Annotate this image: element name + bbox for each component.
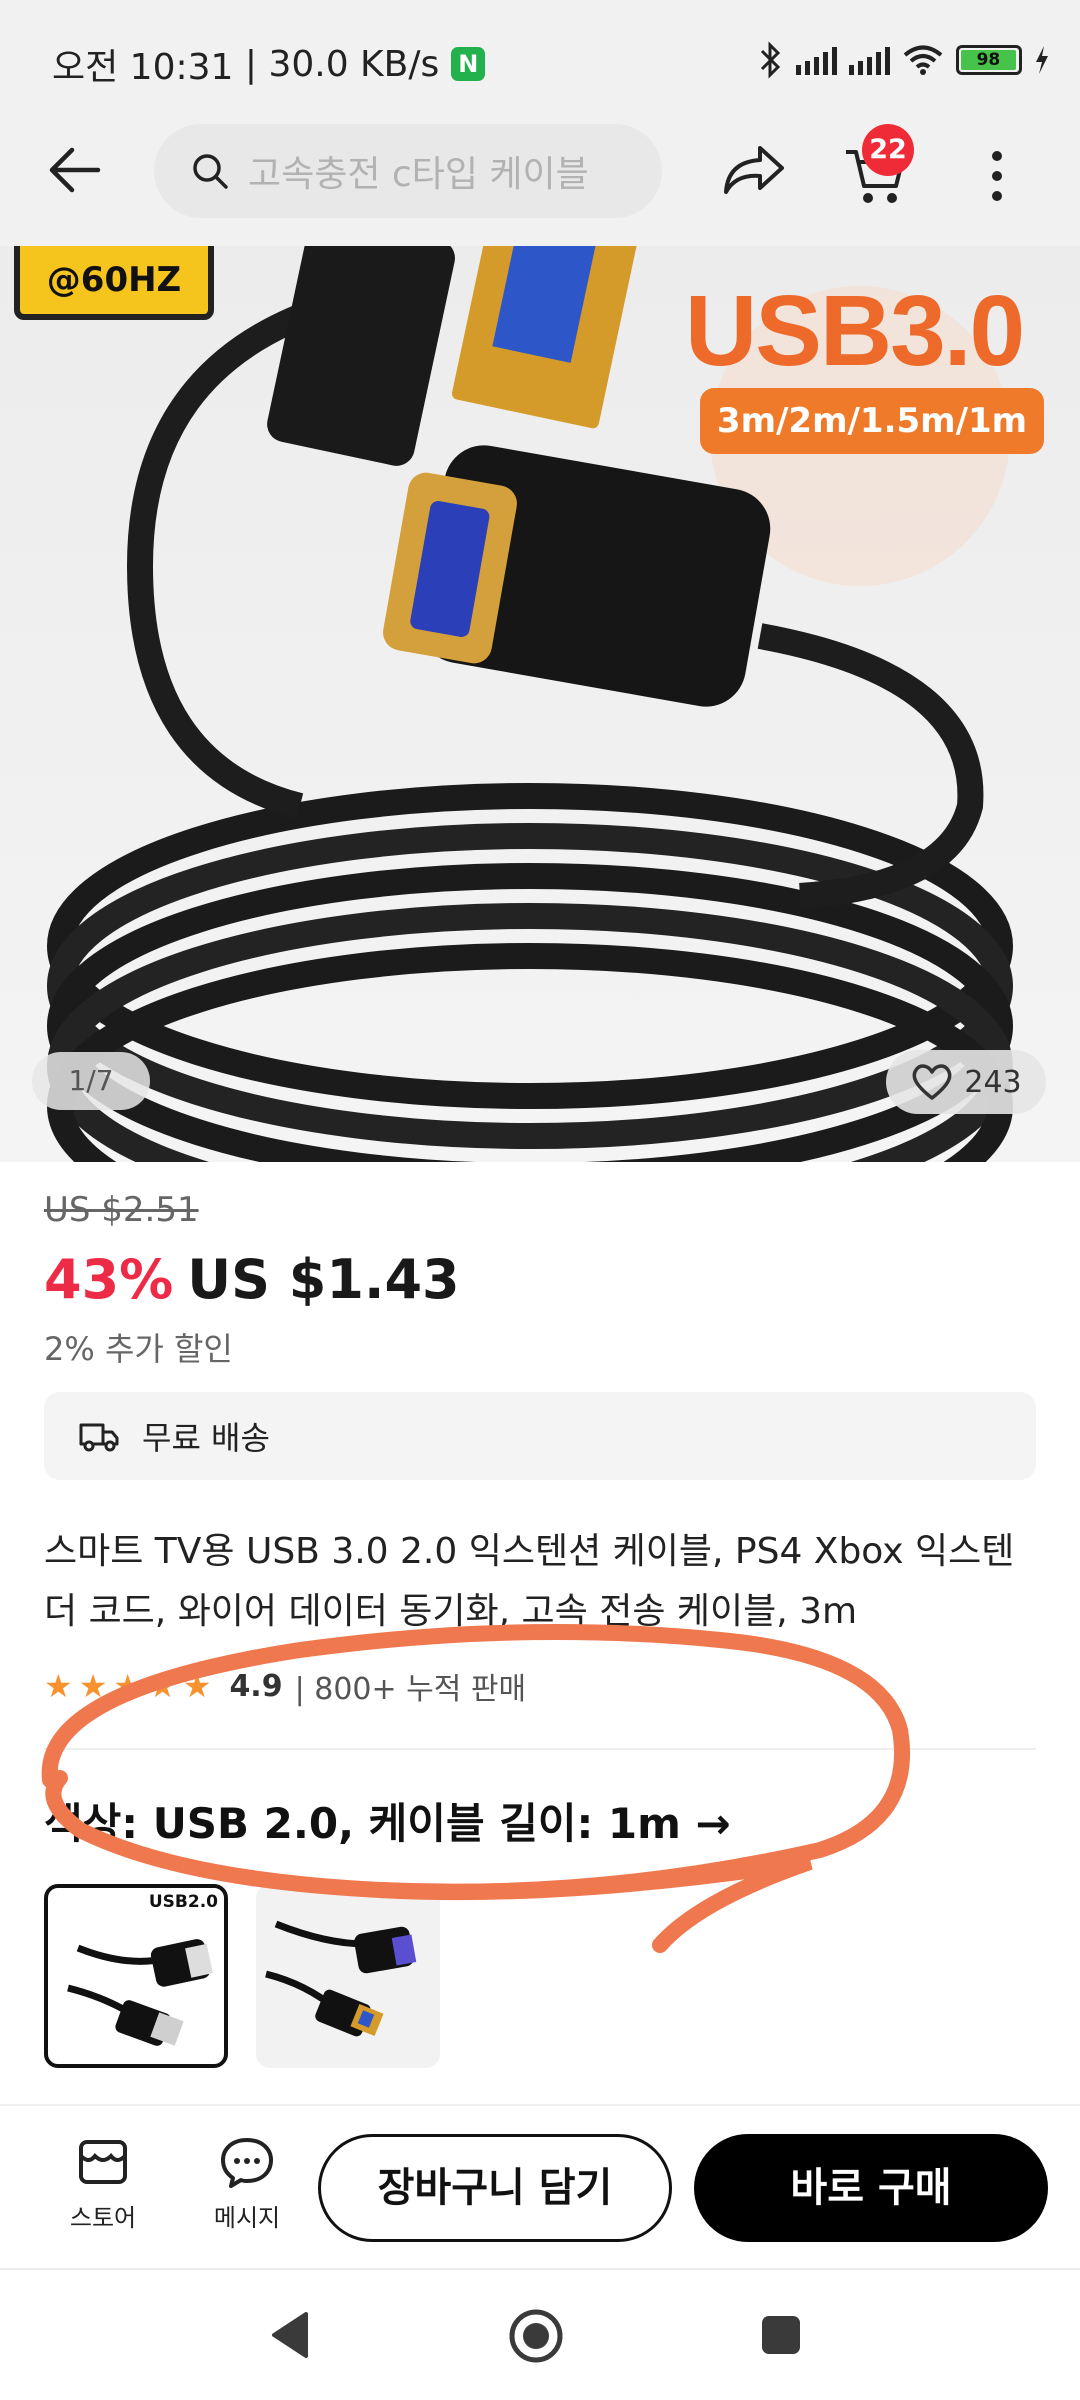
bottom-action-bar: 스토어 메시지 장바구니 담기 바로 구매 (0, 2104, 1080, 2268)
back-arrow-icon[interactable] (44, 144, 104, 196)
wishlist-button[interactable]: 243 (886, 1050, 1046, 1114)
search-bar[interactable]: 고속충전 c타입 케이블 (154, 124, 662, 218)
add-to-cart-button[interactable]: 장바구니 담기 (318, 2134, 672, 2242)
rating-value: 4.9 (229, 1668, 283, 1704)
extra-discount: 2% 추가 할인 (44, 1330, 233, 1368)
signal-icon (849, 45, 890, 75)
battery-icon: 98 (956, 45, 1022, 75)
search-icon (193, 154, 228, 189)
product-image-gallery[interactable]: @60HZ USB3.0 3m/2m/1.5m/1m 1/7 243 (0, 246, 1080, 1162)
variant-thumbnail-usb3[interactable] (256, 1884, 440, 2068)
heart-icon (912, 1064, 952, 1100)
system-navigation-bar (0, 2268, 1080, 2400)
length-options-pill: 3m/2m/1.5m/1m (700, 388, 1044, 454)
discount-percent: 43% (44, 1248, 174, 1311)
variant-thumbnail-usb2[interactable]: USB2.0 (44, 1884, 228, 2068)
nav-recents-icon[interactable] (760, 2314, 802, 2356)
store-label: 스토어 (69, 2204, 137, 2232)
store-button[interactable]: 스토어 (48, 2136, 158, 2233)
variant-selection-label[interactable]: 색상: USB 2.0, 케이블 길이: 1m → (44, 1790, 731, 1851)
bluetooth-icon (760, 41, 781, 79)
sold-count: | 800+ 누적 판매 (294, 1672, 527, 1707)
cable-thumbnail-image (265, 1920, 417, 2037)
sale-price: US $1.43 (187, 1248, 460, 1311)
status-right: 98 (758, 38, 1050, 82)
star-icon: ★ (113, 1667, 143, 1705)
status-left: 오전 10:31 | 30.0 KB/s N (52, 38, 486, 90)
status-bar: 오전 10:31 | 30.0 KB/s N 98 (0, 0, 1080, 124)
message-label: 메시지 (213, 2204, 281, 2232)
top-navigation-bar: 고속충전 c타입 케이블 22 (0, 124, 1080, 246)
battery-level: 98 (961, 50, 1016, 70)
truck-icon (79, 1423, 119, 1452)
image-counter: 1/7 (32, 1052, 150, 1110)
section-divider (44, 1748, 1036, 1750)
price-row: 43% US $1.43 (44, 1248, 460, 1311)
store-icon (79, 2140, 127, 2184)
more-options-icon[interactable] (982, 146, 1012, 206)
message-button[interactable]: 메시지 (192, 2136, 302, 2233)
buy-now-button[interactable]: 바로 구매 (694, 2134, 1048, 2242)
cable-thumbnail-image (67, 1939, 213, 2046)
like-count: 243 (964, 1064, 1022, 1100)
cart-count-badge: 22 (862, 124, 914, 176)
shipping-info[interactable]: 무료 배송 (44, 1392, 1036, 1480)
star-icon: ★ (182, 1667, 212, 1705)
status-separator: | (233, 43, 269, 85)
product-title: 스마트 TV용 USB 3.0 2.0 익스텐션 케이블, PS4 Xbox 익… (44, 1531, 1015, 1632)
status-time: 오전 10:31 (52, 47, 234, 88)
signal-icon (796, 45, 837, 75)
star-icon: ★ (44, 1667, 73, 1705)
variant-tag: USB2.0 (148, 1892, 218, 1912)
resolution-badge: @60HZ (14, 246, 214, 320)
nav-home-icon[interactable] (508, 2308, 564, 2364)
star-icon: ★ (148, 1667, 177, 1705)
naver-app-icon: N (451, 47, 486, 81)
original-price: US $2.51 (44, 1190, 199, 1230)
wifi-icon (903, 45, 943, 75)
rating-row[interactable]: ★ ★ ★ ★ ★ 4.9 | 800+ 누적 판매 (44, 1664, 526, 1708)
search-input[interactable]: 고속충전 c타입 케이블 (248, 145, 589, 197)
usb-version-title: USB3.0 (685, 275, 1025, 387)
resolution-badge-text: @60HZ (46, 260, 182, 300)
status-speed: 30.0 KB/s (268, 43, 440, 85)
shipping-label: 무료 배송 (142, 1419, 270, 1457)
message-icon (221, 2138, 273, 2188)
share-icon[interactable] (720, 142, 788, 200)
star-icon: ★ (78, 1667, 108, 1705)
nav-back-icon[interactable] (268, 2310, 312, 2360)
charging-icon (1036, 46, 1048, 74)
